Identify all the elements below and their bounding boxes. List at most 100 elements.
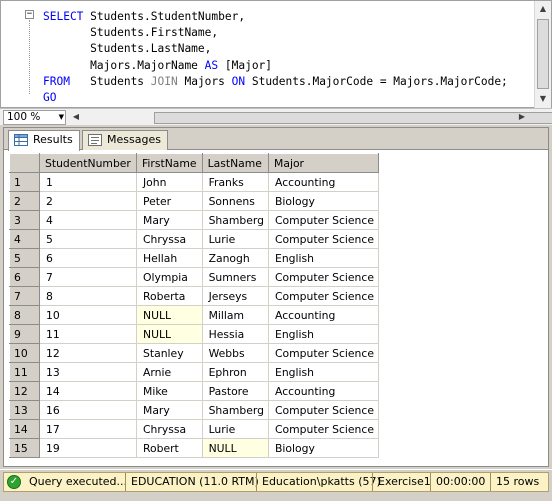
table-row[interactable]: 11 13 Arnie Ephron English <box>9 362 379 382</box>
table-row[interactable]: 7 8 Roberta Jerseys Computer Science <box>9 286 379 306</box>
row-number[interactable]: 13 <box>9 400 40 420</box>
row-number[interactable]: 15 <box>9 438 40 458</box>
row-number[interactable]: 10 <box>9 343 40 363</box>
row-number[interactable]: 9 <box>9 324 40 344</box>
row-number[interactable]: 11 <box>9 362 40 382</box>
cell-studentnumber[interactable]: 17 <box>39 419 137 439</box>
cell-major[interactable]: Accounting <box>268 381 379 401</box>
cell-studentnumber[interactable]: 13 <box>39 362 137 382</box>
scroll-right-arrow-icon[interactable]: ▶ <box>514 109 530 125</box>
code-line[interactable]: FROM Students JOIN Majors ON Students.Ma… <box>43 74 508 90</box>
code-line[interactable]: Students.LastName, <box>43 41 508 57</box>
cell-lastname[interactable]: Jerseys <box>201 286 270 306</box>
code-line[interactable]: Students.FirstName, <box>43 25 508 41</box>
cell-lastname[interactable]: Shamberg <box>201 210 270 230</box>
cell-major[interactable]: Accounting <box>268 172 379 192</box>
cell-lastname[interactable]: Sonnens <box>201 191 270 211</box>
cell-firstname[interactable]: Olympia <box>136 267 203 287</box>
cell-major[interactable]: Computer Science <box>268 210 379 230</box>
editor-scroll-thumb[interactable] <box>537 19 549 89</box>
cell-major[interactable]: Accounting <box>268 305 379 325</box>
cell-studentnumber[interactable]: 11 <box>39 324 137 344</box>
cell-major[interactable]: Computer Science <box>268 419 379 439</box>
cell-studentnumber[interactable]: 16 <box>39 400 137 420</box>
cell-studentnumber[interactable]: 6 <box>39 248 137 268</box>
column-header-major[interactable]: Major <box>268 153 379 173</box>
code-line[interactable]: SELECT Students.StudentNumber, <box>43 9 508 25</box>
cell-lastname[interactable]: Millam <box>201 305 270 325</box>
row-number[interactable]: 3 <box>9 210 40 230</box>
cell-major[interactable]: Computer Science <box>268 343 379 363</box>
row-number[interactable]: 6 <box>9 267 40 287</box>
table-row[interactable]: 5 6 Hellah Zanogh English <box>9 248 379 268</box>
editor-horizontal-scrollbar[interactable]: ◀ ▶ <box>68 109 552 125</box>
cell-lastname[interactable]: Sumners <box>201 267 270 287</box>
code-line[interactable]: Majors.MajorName AS [Major] <box>43 58 508 74</box>
row-number[interactable]: 12 <box>9 381 40 401</box>
table-row[interactable]: 6 7 Olympia Sumners Computer Science <box>9 267 379 287</box>
scroll-down-arrow-icon[interactable]: ▼ <box>535 91 551 107</box>
table-row[interactable]: 12 14 Mike Pastore Accounting <box>9 381 379 401</box>
cell-studentnumber[interactable]: 19 <box>39 438 137 458</box>
cell-major[interactable]: Computer Science <box>268 229 379 249</box>
cell-lastname[interactable]: Webbs <box>201 343 270 363</box>
collapse-toggle[interactable]: − <box>25 10 34 19</box>
cell-firstname[interactable]: Stanley <box>136 343 203 363</box>
table-row[interactable]: 15 19 Robert NULL Biology <box>9 438 379 458</box>
row-number[interactable]: 2 <box>9 191 40 211</box>
cell-major[interactable]: Computer Science <box>268 400 379 420</box>
cell-studentnumber[interactable]: 10 <box>39 305 137 325</box>
cell-major[interactable]: English <box>268 362 379 382</box>
table-row[interactable]: 13 16 Mary Shamberg Computer Science <box>9 400 379 420</box>
table-row[interactable]: 1 1 John Franks Accounting <box>9 172 379 192</box>
cell-lastname[interactable]: Zanogh <box>201 248 270 268</box>
table-row[interactable]: 9 11 NULL Hessia English <box>9 324 379 344</box>
query-editor[interactable]: − SELECT Students.StudentNumber, Student… <box>0 0 552 108</box>
code-line[interactable]: GO <box>43 90 508 106</box>
cell-studentnumber[interactable]: 8 <box>39 286 137 306</box>
cell-major[interactable]: English <box>268 248 379 268</box>
editor-vertical-scrollbar[interactable]: ▲ ▼ <box>534 1 551 108</box>
cell-firstname[interactable]: Arnie <box>136 362 203 382</box>
cell-firstname[interactable]: Mary <box>136 210 203 230</box>
cell-studentnumber[interactable]: 14 <box>39 381 137 401</box>
results-grid[interactable]: StudentNumber FirstName LastName Major 1… <box>9 153 379 458</box>
zoom-select[interactable]: 100 % ▼ <box>3 110 66 125</box>
sql-code[interactable]: SELECT Students.StudentNumber, Students.… <box>43 9 508 106</box>
cell-firstname[interactable]: Mary <box>136 400 203 420</box>
cell-studentnumber[interactable]: 12 <box>39 343 137 363</box>
cell-firstname[interactable]: Hellah <box>136 248 203 268</box>
cell-lastname[interactable]: Lurie <box>201 229 270 249</box>
table-row[interactable]: 14 17 Chryssa Lurie Computer Science <box>9 419 379 439</box>
row-number[interactable]: 8 <box>9 305 40 325</box>
scroll-up-arrow-icon[interactable]: ▲ <box>535 1 551 17</box>
column-header-studentnumber[interactable]: StudentNumber <box>39 153 137 173</box>
cell-lastname[interactable]: Ephron <box>201 362 270 382</box>
table-row[interactable]: 4 5 Chryssa Lurie Computer Science <box>9 229 379 249</box>
cell-lastname[interactable]: Lurie <box>201 419 270 439</box>
grid-corner[interactable] <box>9 153 40 173</box>
table-row[interactable]: 2 2 Peter Sonnens Biology <box>9 191 379 211</box>
table-row[interactable]: 10 12 Stanley Webbs Computer Science <box>9 343 379 363</box>
cell-lastname[interactable]: Shamberg <box>201 400 270 420</box>
table-row[interactable]: 8 10 NULL Millam Accounting <box>9 305 379 325</box>
row-number[interactable]: 14 <box>9 419 40 439</box>
cell-studentnumber[interactable]: 1 <box>39 172 137 192</box>
cell-lastname[interactable]: Pastore <box>201 381 270 401</box>
cell-firstname[interactable]: John <box>136 172 203 192</box>
cell-firstname[interactable]: Robert <box>136 438 203 458</box>
cell-studentnumber[interactable]: 4 <box>39 210 137 230</box>
cell-firstname[interactable]: Chryssa <box>136 229 203 249</box>
tab-results[interactable]: Results <box>8 130 80 151</box>
horizontal-scroll-thumb[interactable] <box>154 112 552 124</box>
cell-firstname[interactable]: Peter <box>136 191 203 211</box>
row-number[interactable]: 5 <box>9 248 40 268</box>
cell-firstname[interactable]: Roberta <box>136 286 203 306</box>
cell-firstname[interactable]: Mike <box>136 381 203 401</box>
cell-lastname[interactable]: Hessia <box>201 324 270 344</box>
column-header-lastname[interactable]: LastName <box>201 153 270 173</box>
scroll-left-arrow-icon[interactable]: ◀ <box>68 109 84 125</box>
cell-lastname[interactable]: Franks <box>201 172 270 192</box>
cell-major[interactable]: Computer Science <box>268 286 379 306</box>
cell-major[interactable]: English <box>268 324 379 344</box>
